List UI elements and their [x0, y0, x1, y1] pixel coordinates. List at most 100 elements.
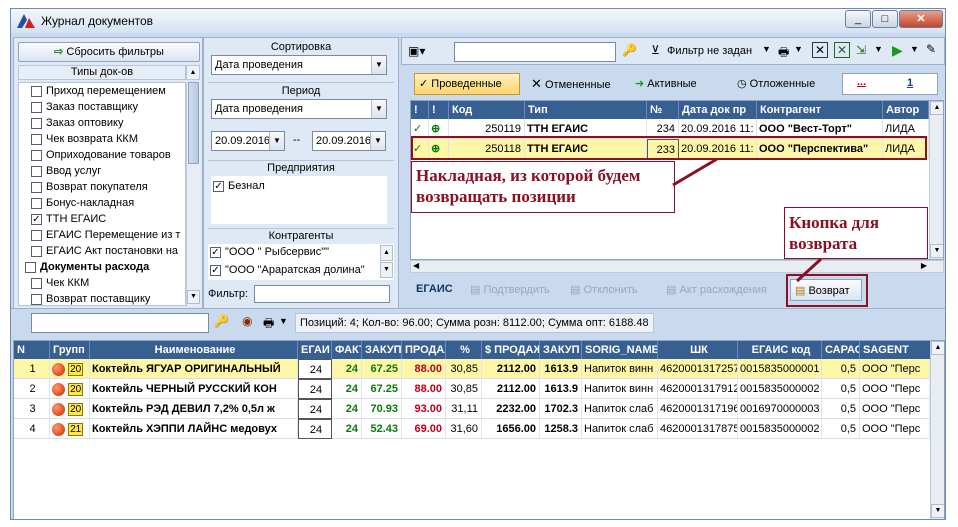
cell-egais[interactable]: 24	[298, 359, 332, 379]
view-icon[interactable]: ▣▾	[408, 44, 425, 58]
checkbox[interactable]	[31, 245, 42, 257]
maximize-button[interactable]: □	[872, 10, 898, 28]
checkbox[interactable]	[31, 117, 42, 129]
type-item[interactable]: ЕГАИС Перемещение из т	[19, 227, 185, 243]
contractor-item-0[interactable]: ✓ "ООО " Рыбсервис""	[210, 246, 329, 258]
col-agent[interactable]: SAGENT	[860, 341, 932, 359]
col-capacity[interactable]: САРАС	[822, 341, 860, 359]
checkbox[interactable]	[31, 293, 42, 305]
col-type[interactable]: Тип	[525, 101, 647, 119]
close-button[interactable]: ✕	[899, 10, 943, 28]
confirm-button[interactable]: ▤ Подтвердить	[470, 279, 550, 301]
checkbox[interactable]	[25, 261, 36, 273]
scroll-up-icon[interactable]: ▲	[930, 101, 943, 115]
date-to-picker[interactable]: 20.09.2016 ▼	[312, 131, 386, 151]
items-scrollbar[interactable]: ▲ ▼	[930, 341, 944, 519]
collapse-up-icon[interactable]: ▲	[186, 65, 200, 80]
minimize-button[interactable]: _	[845, 10, 871, 28]
tab-posted[interactable]: ✓ Проведенные	[414, 73, 520, 95]
checkbox-checked[interactable]: ✓	[213, 180, 224, 192]
checkbox-checked[interactable]: ✓	[210, 246, 221, 258]
chevron-down-icon[interactable]: ▼	[762, 44, 771, 54]
col-sell-price[interactable]: ПРОДАЖ	[402, 341, 446, 359]
col-fact[interactable]: ФАКТ	[332, 341, 362, 359]
col-author[interactable]: Автор	[883, 101, 929, 119]
type-item[interactable]: ✓ ТТН ЕГАИС	[19, 211, 185, 227]
col-barcode[interactable]: ШК	[658, 341, 738, 359]
type-item[interactable]: ЕГАИС Акт постановки на	[19, 243, 185, 259]
pen-icon[interactable]: ✎	[926, 42, 936, 56]
col-egais-code[interactable]: ЕГАИС код	[738, 341, 822, 359]
type-item[interactable]: Заказ поставщику	[19, 99, 185, 115]
type-item[interactable]: Приход перемещением	[19, 83, 185, 99]
col-number[interactable]: №	[647, 101, 679, 119]
cassette-icon[interactable]: ◉	[242, 314, 252, 328]
contractor-item-1[interactable]: ✓ "ООО "Араратская долина"	[210, 264, 365, 276]
checkbox[interactable]	[31, 133, 42, 145]
item-row[interactable]: 3 Коктейль РЭД ДЕВИЛ 7,2% 0,5л ж 24 24 70.93…	[14, 399, 930, 419]
tab-cancelled[interactable]: ✕ Отмененные	[526, 73, 624, 95]
scroll-right-icon[interactable]: ▶	[921, 261, 927, 270]
documents-hscrollbar[interactable]: ◀ ▶	[410, 260, 944, 273]
col-sell-sum[interactable]: $ ПРОДАЖ	[482, 341, 540, 359]
chevron-down-icon[interactable]: ▼	[279, 316, 288, 326]
tab-active[interactable]: ➜ Активные	[630, 73, 720, 95]
enterprise-item[interactable]: ✓ Безнал	[211, 176, 387, 196]
filter-status[interactable]: Фильтр не задан	[667, 45, 752, 57]
search-clear-icon[interactable]: 🔑	[214, 314, 229, 328]
item-row[interactable]: 4 Коктейль ХЭППИ ЛАЙНС медовух 24 24 52.43 69…	[14, 419, 930, 439]
item-row[interactable]: 1 Коктейль ЯГУАР ОРИГИНАЛЬНЫЙ 24 24 67.25 88.…	[14, 359, 930, 379]
types-scroll-thumb[interactable]	[188, 82, 199, 164]
scroll-left-icon[interactable]: ◀	[413, 261, 419, 270]
types-scrollbar[interactable]: ▼	[186, 82, 200, 306]
col-buy-sum[interactable]: ЗАКУП	[540, 341, 582, 359]
date-from-picker[interactable]: 20.09.2016 ▼	[211, 131, 285, 151]
checkbox-checked[interactable]: ✓	[31, 213, 42, 225]
search-input[interactable]	[454, 42, 616, 62]
discrepancy-act-button[interactable]: ▤ Акт расхождения	[666, 279, 767, 301]
excel-icon[interactable]: ✕	[834, 42, 850, 58]
col-buy-price[interactable]: ЗАКУП	[362, 341, 402, 359]
col-group[interactable]: Групп	[50, 341, 90, 359]
checkbox[interactable]	[31, 197, 42, 209]
close-doc-icon[interactable]: ✕	[812, 42, 828, 58]
cell-egais[interactable]: 24	[298, 379, 332, 399]
chevron-down-icon[interactable]: ▼	[794, 44, 803, 54]
checkbox[interactable]	[31, 149, 42, 161]
col-flag1[interactable]: !	[411, 101, 429, 119]
checkbox[interactable]	[31, 165, 42, 177]
export-icon[interactable]: ⇲	[856, 43, 866, 57]
chevron-down-icon[interactable]: ▼	[874, 44, 883, 54]
type-item[interactable]: Документы расхода	[19, 259, 185, 275]
col-n[interactable]: N	[14, 341, 50, 359]
funnel-icon[interactable]: ⊻	[651, 43, 660, 57]
period-field-select[interactable]: Дата проведения ▼	[211, 99, 387, 119]
col-flag2[interactable]: !	[429, 101, 449, 119]
checkbox[interactable]	[31, 85, 42, 97]
more-button[interactable]: ...	[857, 76, 866, 88]
search-clear-icon[interactable]: 🔑	[622, 43, 637, 57]
col-orig-name[interactable]: SORIG_NAME	[582, 341, 658, 359]
col-markup[interactable]: %	[446, 341, 482, 359]
col-code[interactable]: Код	[449, 101, 525, 119]
col-contractor[interactable]: Контрагент	[757, 101, 883, 119]
reset-filters-button[interactable]: ⇨ Сбросить фильтры	[18, 42, 200, 62]
type-item[interactable]: Заказ оптовику	[19, 115, 185, 131]
sort-select[interactable]: Дата проведения ▼	[211, 55, 387, 75]
chevron-down-icon[interactable]: ▼	[910, 44, 919, 54]
checkbox[interactable]	[31, 181, 42, 193]
filter-input[interactable]	[254, 285, 390, 303]
checkbox[interactable]	[31, 229, 42, 241]
play-icon[interactable]: ▶	[892, 42, 903, 59]
col-name[interactable]: Наименование	[90, 341, 298, 359]
item-row[interactable]: 2 Коктейль ЧЕРНЫЙ РУССКИЙ КОН 24 24 67.25 88.…	[14, 379, 930, 399]
type-item[interactable]: Ввод услуг	[19, 163, 185, 179]
scroll-down-icon[interactable]: ▼	[187, 290, 200, 304]
col-date[interactable]: Дата док пр	[679, 101, 757, 119]
documents-scrollbar[interactable]: ▲ ▼	[929, 101, 943, 259]
print-icon[interactable]: 🖶	[778, 43, 789, 64]
scroll-up-icon[interactable]: ▲	[380, 245, 393, 261]
checkbox[interactable]	[31, 277, 42, 289]
checkbox-checked[interactable]: ✓	[210, 264, 221, 276]
scroll-down-icon[interactable]: ▼	[931, 504, 944, 518]
